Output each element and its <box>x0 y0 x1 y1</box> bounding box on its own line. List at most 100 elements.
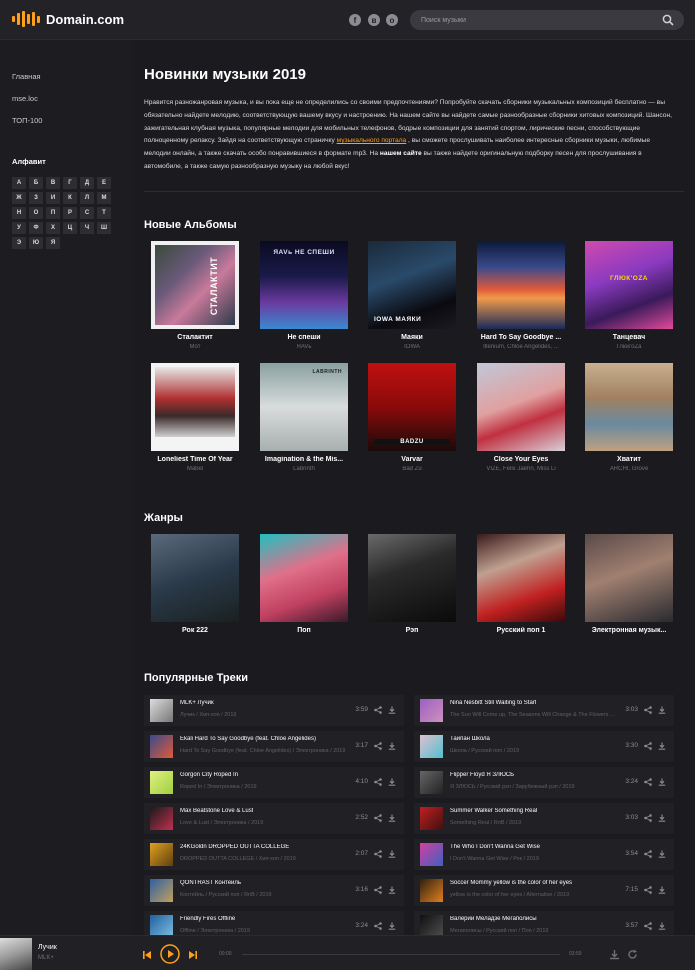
search-input[interactable] <box>410 10 684 30</box>
share-icon[interactable] <box>644 850 652 858</box>
share-icon[interactable] <box>644 886 652 894</box>
share-icon[interactable] <box>644 814 652 822</box>
letter-link[interactable]: Л <box>80 192 94 204</box>
letter-link[interactable]: Н <box>12 207 26 219</box>
download-icon[interactable] <box>609 949 620 960</box>
nav-home[interactable]: Главная <box>12 72 41 81</box>
share-icon[interactable] <box>374 706 382 714</box>
letter-link[interactable]: С <box>80 207 94 219</box>
facebook-icon[interactable]: f <box>349 14 361 26</box>
site-logo[interactable]: Domain.com <box>12 11 124 27</box>
letter-link[interactable]: В <box>46 177 60 189</box>
track-row[interactable]: Nina Nesbitt Still Waiting to Start The S… <box>414 695 674 726</box>
previous-icon[interactable] <box>143 951 151 959</box>
download-icon[interactable] <box>388 850 396 858</box>
letter-link[interactable]: Д <box>80 177 94 189</box>
nav-top100[interactable]: ТОП-100 <box>12 116 42 125</box>
letter-link[interactable]: И <box>46 192 60 204</box>
download-icon[interactable] <box>388 706 396 714</box>
album-card[interactable]: Хватит ARCHI, Grove <box>585 363 673 472</box>
download-icon[interactable] <box>658 886 666 894</box>
track-row[interactable]: Ekali Hard To Say Goodbye (feat. Chloe A… <box>144 731 404 762</box>
letter-link[interactable]: Ж <box>12 192 26 204</box>
track-duration: 2:07 <box>355 850 368 857</box>
track-row[interactable]: Gorgon City Roped In Roped In / Электрони… <box>144 767 404 798</box>
track-row[interactable]: Summer Walker Something Real Something Re… <box>414 803 674 834</box>
track-row[interactable]: 24KGoldn DROPPED OUTTA COLLEGE DROPPED OU… <box>144 839 404 870</box>
letter-link[interactable]: Ц <box>63 222 77 234</box>
track-row[interactable]: MLK+ Лучик Лучик / Хип-хоп / 2019 3:59 <box>144 695 404 726</box>
download-icon[interactable] <box>388 922 396 930</box>
share-icon[interactable] <box>644 922 652 930</box>
album-card[interactable]: Loneliest Time Of Year Mabel <box>151 363 239 472</box>
genre-card[interactable]: Рок 222 <box>151 534 239 634</box>
letter-link[interactable]: Ю <box>29 237 43 249</box>
share-icon[interactable] <box>644 742 652 750</box>
letter-link[interactable]: О <box>29 207 43 219</box>
download-icon[interactable] <box>658 706 666 714</box>
track-row[interactable]: Max Beatstone Love & Lust Love & Lust / Э… <box>144 803 404 834</box>
album-card[interactable]: Close Your Eyes VIZE, Felix Jaehn, Miss … <box>477 363 565 472</box>
letter-link[interactable]: П <box>46 207 60 219</box>
letter-link[interactable]: Ш <box>97 222 111 234</box>
genre-card[interactable]: Русский поп 1 <box>477 534 565 634</box>
track-row[interactable]: QONTRAST Контейль Контейль / Русский поп … <box>144 875 404 906</box>
share-icon[interactable] <box>644 778 652 786</box>
share-icon[interactable] <box>374 742 382 750</box>
letter-link[interactable]: Э <box>12 237 26 249</box>
album-card[interactable]: BADZU Varvar Bad Zu <box>368 363 456 472</box>
album-card[interactable]: ЯAVь НЕ СПЕШИ Не спеши ЯAVь <box>260 241 348 350</box>
portal-link[interactable]: музыкального портала <box>337 137 407 144</box>
letter-link[interactable]: Я <box>46 237 60 249</box>
share-icon[interactable] <box>644 706 652 714</box>
letter-link[interactable]: З <box>29 192 43 204</box>
genre-card[interactable]: Рэп <box>368 534 456 634</box>
letter-link[interactable]: Т <box>97 207 111 219</box>
next-icon[interactable] <box>189 951 197 959</box>
audio-player: Лучик MLK+ 00:00 03:59 <box>0 935 695 970</box>
share-icon[interactable] <box>374 814 382 822</box>
track-row[interactable]: The Who I Don't Wanna Get Wise I Don't Wa… <box>414 839 674 870</box>
letter-link[interactable]: М <box>97 192 111 204</box>
repeat-icon[interactable] <box>627 949 638 960</box>
share-icon[interactable] <box>374 778 382 786</box>
share-icon[interactable] <box>374 850 382 858</box>
track-row[interactable]: Flipper Floyd Я ЗЛЮСЬ Я ЗЛЮСЬ / Русский р… <box>414 767 674 798</box>
letter-link[interactable]: Р <box>63 207 77 219</box>
download-icon[interactable] <box>658 922 666 930</box>
download-icon[interactable] <box>388 742 396 750</box>
album-card[interactable]: ГЛЮК'OZA ТАНЦЕВАЧ Танцевач Глюк'oZa <box>585 241 673 350</box>
letter-link[interactable]: Х <box>46 222 60 234</box>
letter-link[interactable]: К <box>63 192 77 204</box>
download-icon[interactable] <box>388 778 396 786</box>
album-card[interactable]: IOWA МАЯКИ Маяки IOWA <box>368 241 456 350</box>
odnoklassniki-icon[interactable]: о <box>386 14 398 26</box>
download-icon[interactable] <box>658 742 666 750</box>
letter-link[interactable]: Ф <box>29 222 43 234</box>
progress-bar[interactable] <box>242 954 560 955</box>
track-row[interactable]: Soccer Mommy yellow is the color of her … <box>414 875 674 906</box>
genre-card[interactable]: Поп <box>260 534 348 634</box>
album-card[interactable]: СТАЛАКТИТ Сталактит Мот <box>151 241 239 350</box>
letter-link[interactable]: Ч <box>80 222 94 234</box>
album-card[interactable]: Hard To Say Goodbye ... Illenium, Chloe … <box>477 241 565 350</box>
download-icon[interactable] <box>388 814 396 822</box>
genre-card[interactable]: Электронная музык... <box>585 534 673 634</box>
share-icon[interactable] <box>374 922 382 930</box>
letter-link[interactable]: Б <box>29 177 43 189</box>
play-icon[interactable] <box>160 944 180 964</box>
letter-link[interactable]: Е <box>97 177 111 189</box>
nav-site[interactable]: mse.loc <box>12 94 38 103</box>
letter-link[interactable]: А <box>12 177 26 189</box>
vk-icon[interactable]: в <box>368 14 380 26</box>
download-icon[interactable] <box>658 814 666 822</box>
letter-link[interactable]: У <box>12 222 26 234</box>
search-icon[interactable] <box>662 14 674 26</box>
download-icon[interactable] <box>388 886 396 894</box>
album-card[interactable]: LABRINTH Imagination & the Mis... Labrin… <box>260 363 348 472</box>
letter-link[interactable]: Г <box>63 177 77 189</box>
share-icon[interactable] <box>374 886 382 894</box>
download-icon[interactable] <box>658 778 666 786</box>
track-row[interactable]: Тайпан Школа Школа / Русский поп / 2019 3:… <box>414 731 674 762</box>
download-icon[interactable] <box>658 850 666 858</box>
